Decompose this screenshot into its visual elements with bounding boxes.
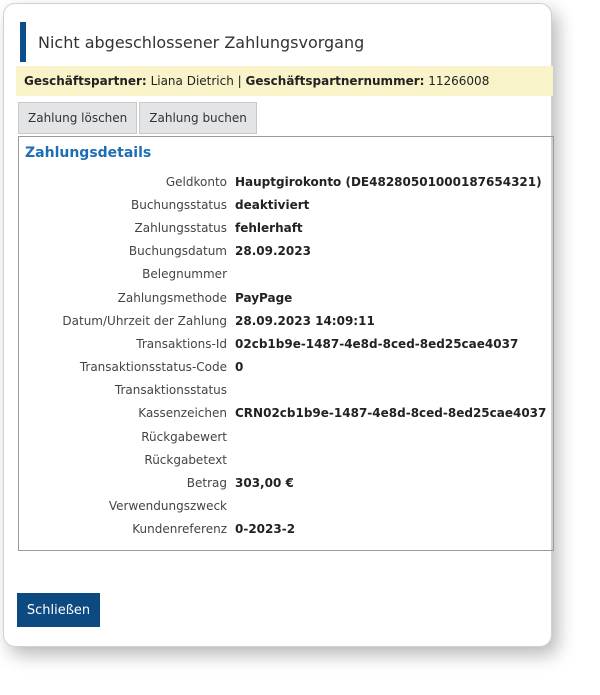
detail-label: Datum/Uhrzeit der Zahlung bbox=[62, 313, 227, 328]
detail-label: Zahlungsmethode bbox=[117, 290, 227, 305]
detail-label: Transaktions-Id bbox=[136, 336, 227, 351]
detail-label: Buchungsstatus bbox=[131, 197, 227, 212]
detail-row-zahlungszeit: Datum/Uhrzeit der Zahlung 28.09.2023 14:0… bbox=[19, 309, 553, 332]
detail-label: Zahlungsstatus bbox=[134, 220, 227, 235]
detail-value: 28.09.2023 bbox=[235, 244, 311, 259]
delete-payment-button[interactable]: Zahlung löschen bbox=[18, 102, 138, 134]
detail-row-kundenreferenz: Kundenreferenz 0-2023-2 bbox=[19, 518, 553, 541]
dialog-title: Nicht abgeschlossener Zahlungsvorgang bbox=[38, 32, 365, 52]
detail-row-transaktions-id: Transaktions-Id 02cb1b9e-1487-4e8d-8ced-8… bbox=[19, 332, 553, 355]
detail-value: 303,00 € bbox=[235, 476, 294, 491]
partner-info-bar: Geschäftspartner: Liana Dietrich | Gesch… bbox=[16, 66, 553, 96]
partner-number: 11266008 bbox=[428, 74, 490, 88]
detail-label: Geldkonto bbox=[165, 174, 227, 189]
action-toolbar: Zahlung löschen Zahlung buchen bbox=[18, 102, 257, 134]
detail-label: Belegnummer bbox=[142, 267, 227, 282]
detail-row-buchungsstatus: Buchungsstatus deaktiviert bbox=[19, 193, 553, 216]
detail-row-belegnummer: Belegnummer bbox=[19, 263, 553, 286]
detail-value: deaktiviert bbox=[235, 197, 310, 212]
detail-row-rueckgabetext: Rückgabetext bbox=[19, 448, 553, 471]
detail-value: Hauptgirokonto (DE48280501000187654321) bbox=[235, 174, 542, 189]
detail-label: Rückgabewert bbox=[141, 429, 227, 444]
details-rows: Geldkonto Hauptgirokonto (DE4828050100018… bbox=[19, 170, 553, 541]
payment-dialog: Nicht abgeschlossener Zahlungsvorgang Ge… bbox=[3, 3, 554, 647]
detail-row-buchungsdatum: Buchungsdatum 28.09.2023 bbox=[19, 240, 553, 263]
detail-row-transaktionsstatus: Transaktionsstatus bbox=[19, 379, 553, 402]
detail-label: Verwendungszweck bbox=[108, 499, 227, 514]
detail-row-betrag: Betrag 303,00 € bbox=[19, 471, 553, 494]
detail-label: Buchungsdatum bbox=[128, 244, 227, 259]
detail-label: Betrag bbox=[186, 476, 227, 491]
detail-row-zahlungsstatus: Zahlungsstatus fehlerhaft bbox=[19, 216, 553, 239]
detail-label: Transaktionsstatus bbox=[114, 383, 227, 398]
detail-value: 0 bbox=[235, 360, 244, 375]
dialog-title-bar: Nicht abgeschlossener Zahlungsvorgang bbox=[20, 22, 364, 62]
detail-label: Rückgabetext bbox=[144, 452, 227, 467]
partner-separator: | bbox=[237, 74, 242, 88]
details-heading: Zahlungsdetails bbox=[25, 145, 152, 161]
detail-row-zahlungsmethode: Zahlungsmethode PayPage bbox=[19, 286, 553, 309]
detail-row-kassenzeichen: Kassenzeichen CRN02cb1b9e-1487-4e8d-8ced-… bbox=[19, 402, 553, 425]
payment-details-panel: Zahlungsdetails Geldkonto Hauptgirokonto … bbox=[18, 136, 554, 551]
detail-value: 0-2023-2 bbox=[235, 522, 296, 537]
detail-row-transaktionsstatus-code: Transaktionsstatus-Code 0 bbox=[19, 356, 553, 379]
detail-label: Kassenzeichen bbox=[138, 406, 227, 421]
partner-name: Liana Dietrich bbox=[150, 74, 234, 88]
detail-label: Kundenreferenz bbox=[132, 522, 227, 537]
detail-value: 02cb1b9e-1487-4e8d-8ced-8ed25cae4037 bbox=[235, 336, 519, 351]
detail-row-rueckgabewert: Rückgabewert bbox=[19, 425, 553, 448]
detail-value: 28.09.2023 14:09:11 bbox=[235, 313, 375, 328]
detail-value: CRN02cb1b9e-1487-4e8d-8ced-8ed25cae4037 bbox=[235, 406, 547, 421]
partner-label: Geschäftspartner: bbox=[24, 74, 147, 88]
detail-row-verwendungszweck: Verwendungszweck bbox=[19, 495, 553, 518]
book-payment-button[interactable]: Zahlung buchen bbox=[139, 102, 257, 134]
detail-label: Transaktionsstatus-Code bbox=[79, 360, 227, 375]
close-button[interactable]: Schließen bbox=[17, 593, 100, 627]
detail-value: fehlerhaft bbox=[235, 220, 303, 235]
detail-row-geldkonto: Geldkonto Hauptgirokonto (DE4828050100018… bbox=[19, 170, 553, 193]
detail-value: PayPage bbox=[235, 290, 293, 305]
partner-number-label: Geschäftspartnernummer: bbox=[245, 74, 425, 88]
title-accent-bar bbox=[20, 22, 26, 62]
